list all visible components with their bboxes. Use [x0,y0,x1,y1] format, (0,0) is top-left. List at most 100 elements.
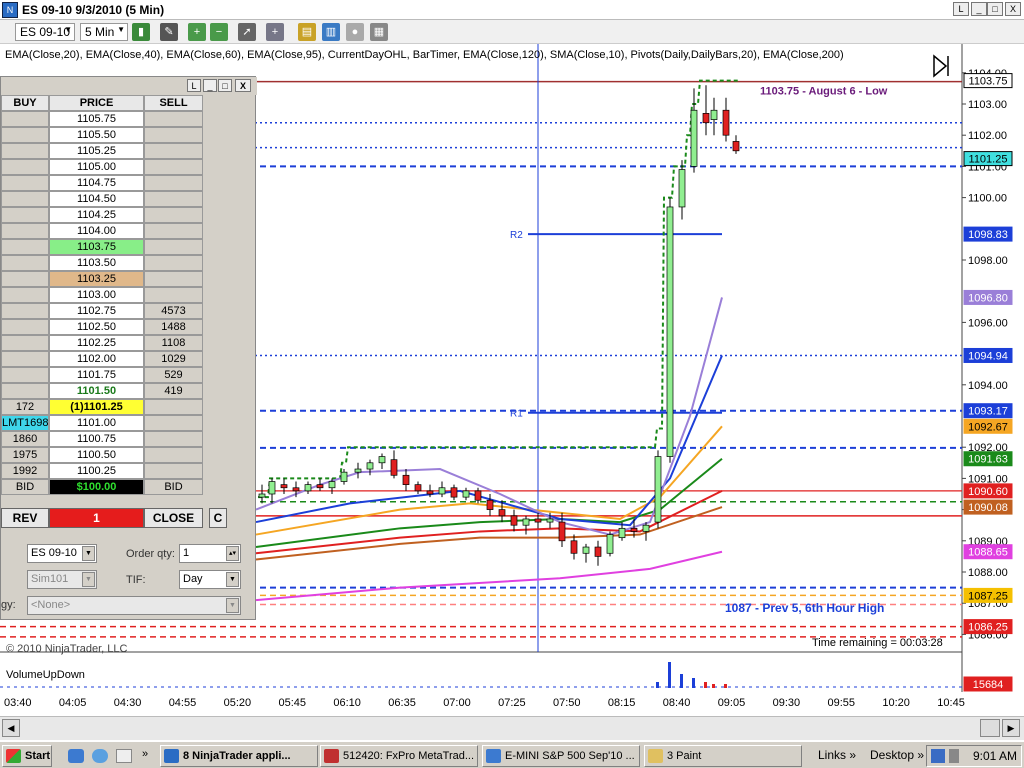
ladder-row[interactable]: 1105.00 [1,159,203,175]
ladder-sell-cell[interactable] [144,431,203,447]
ladder-row[interactable]: 1104.00 [1,223,203,239]
close-button[interactable]: X [1005,2,1021,16]
interval-selector[interactable]: 5 Min ▼ [80,23,128,41]
ladder-sell-cell[interactable] [144,207,203,223]
ladder-row[interactable]: 1105.50 [1,127,203,143]
cancel-orders-button[interactable]: C [209,508,227,528]
ladder-sell-cell[interactable]: 4573 [144,303,203,319]
ladder-row[interactable]: 1103.75 [1,239,203,255]
ladder-row[interactable]: 1103.00 [1,287,203,303]
ladder-buy-cell[interactable] [1,271,49,287]
folder-icon[interactable]: ▤ [298,23,316,41]
desktop-icon[interactable] [116,749,132,763]
link-button[interactable]: L [187,79,201,92]
ladder-buy-cell[interactable]: LMT1698 [1,415,49,431]
minimize-button[interactable]: _ [203,79,217,92]
links-toolbar[interactable]: Links » [818,748,856,762]
browser-icon[interactable] [68,749,84,763]
ladder-row[interactable]: 1102.50 1488 [1,319,203,335]
account-select[interactable]: Sim101 ▼ [27,570,97,589]
ladder-buy-cell[interactable] [1,303,49,319]
taskbar-paint[interactable]: 3 Paint [644,745,802,767]
ladder-buy-cell[interactable] [1,127,49,143]
ladder-row[interactable]: 1105.75 [1,111,203,127]
ladder-sell-cell[interactable]: 1029 [144,351,203,367]
ladder-row[interactable]: 172 (1)1101.25 [1,399,203,415]
minimize-button[interactable]: _ [971,2,987,16]
ladder-sell-cell[interactable] [144,447,203,463]
strategy-select[interactable]: <None> ▼ [27,596,241,615]
ladder-sell-cell[interactable] [144,271,203,287]
ladder-row[interactable]: 1975 1100.50 [1,447,203,463]
ladder-sell-cell[interactable] [144,223,203,239]
instrument-selector[interactable]: ES 09-10 ▼ [15,23,75,41]
ladder-row[interactable]: LMT1698 1101.00 [1,415,203,431]
ladder-buy-cell[interactable] [1,143,49,159]
chevron-right-icon[interactable]: » [142,748,148,760]
ladder-sell-cell[interactable] [144,191,203,207]
ladder-sell-cell[interactable] [144,127,203,143]
ladder-row[interactable]: 1105.25 [1,143,203,159]
ladder-sell-cell[interactable] [144,111,203,127]
ladder-row[interactable]: 1103.25 [1,271,203,287]
instrument-select[interactable]: ES 09-10 ▼ [27,544,97,563]
chart-icon[interactable]: ▥ [322,23,340,41]
ladder-sell-cell[interactable] [144,159,203,175]
ladder-sell-cell[interactable] [144,255,203,271]
stop-icon[interactable]: ● [346,23,364,41]
taskbar-emini[interactable]: E-MINI S&P 500 Sep'10 ... [482,745,640,767]
maximize-button[interactable]: □ [218,79,232,92]
candlestick-icon[interactable]: ▮ [132,23,150,41]
close-position-button[interactable]: CLOSE [144,508,203,528]
ladder-sell-cell[interactable] [144,239,203,255]
ladder-row[interactable]: 1101.50 419 [1,383,203,399]
chart-scrollbar[interactable]: ◀ ▶ [0,716,1024,740]
zoom-in-icon[interactable]: + [188,23,206,41]
ladder-buy-cell[interactable] [1,159,49,175]
reverse-button[interactable]: REV [1,508,49,528]
crosshair-icon[interactable]: + [266,23,284,41]
ladder-row[interactable]: 1104.50 [1,191,203,207]
scroll-thumb[interactable] [980,719,1000,737]
start-button[interactable]: Start [2,745,52,767]
ladder-buy-cell[interactable]: 1860 [1,431,49,447]
ladder-buy-cell[interactable] [1,319,49,335]
cursor-icon[interactable]: ➚ [238,23,256,41]
ladder-row[interactable]: 1102.25 1108 [1,335,203,351]
internet-explorer-icon[interactable] [92,749,108,763]
ladder-buy-cell[interactable] [1,111,49,127]
scroll-right-button[interactable]: ▶ [1002,719,1020,737]
ladder-row[interactable]: 1103.50 [1,255,203,271]
tif-select[interactable]: Day ▼ [179,570,241,589]
ladder-sell-cell[interactable]: 1488 [144,319,203,335]
ladder-row[interactable]: 1102.75 4573 [1,303,203,319]
ladder-buy-cell[interactable] [1,383,49,399]
link-button[interactable]: L [953,2,969,16]
ladder-sell-cell[interactable] [144,463,203,479]
ladder-row[interactable]: BID $100.00 BID [1,479,203,495]
volume-icon[interactable] [949,749,959,763]
ladder-buy-cell[interactable] [1,351,49,367]
ladder-buy-cell[interactable]: 172 [1,399,49,415]
ladder-sell-cell[interactable] [144,399,203,415]
ladder-row[interactable]: 1860 1100.75 [1,431,203,447]
ladder-buy-cell[interactable]: BID [1,479,49,495]
ladder-buy-cell[interactable]: 1992 [1,463,49,479]
taskbar-metatrader[interactable]: 512420: FxPro MetaTrad... [320,745,478,767]
ladder-buy-cell[interactable] [1,335,49,351]
ladder-buy-cell[interactable]: 1975 [1,447,49,463]
ladder-sell-cell[interactable]: BID [144,479,203,495]
ladder-buy-cell[interactable] [1,223,49,239]
ladder-row[interactable]: 1101.75 529 [1,367,203,383]
maximize-button[interactable]: □ [987,2,1003,16]
ladder-sell-cell[interactable]: 529 [144,367,203,383]
ladder-buy-cell[interactable] [1,287,49,303]
ladder-row[interactable]: 1102.00 1029 [1,351,203,367]
ladder-buy-cell[interactable] [1,207,49,223]
close-button[interactable]: X [235,79,251,92]
ladder-buy-cell[interactable] [1,367,49,383]
zoom-out-icon[interactable]: − [210,23,228,41]
ladder-buy-cell[interactable] [1,175,49,191]
pencil-draw-icon[interactable]: ✎ [160,23,178,41]
network-icon[interactable] [931,749,945,763]
